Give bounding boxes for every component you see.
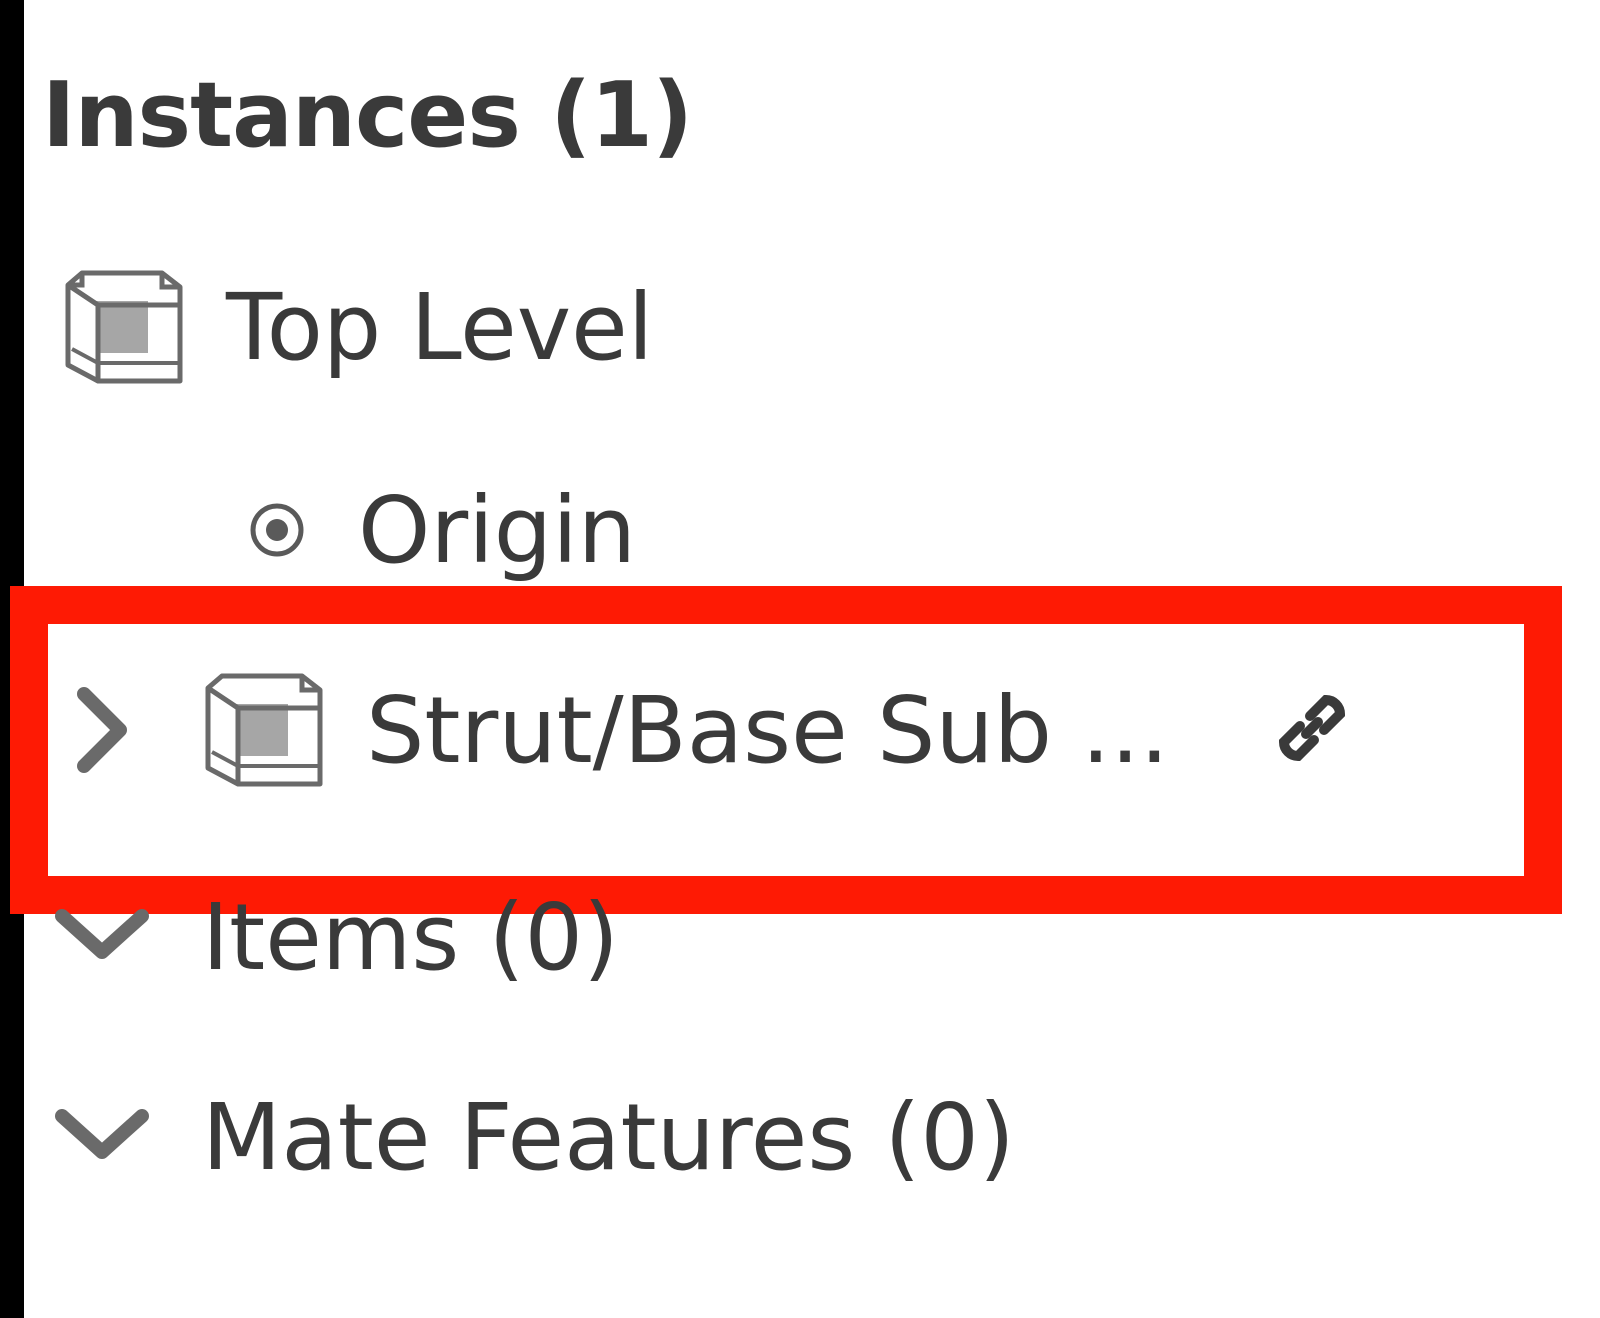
tree-item-label: Strut/Base Sub ...	[366, 676, 1170, 784]
tree-group-label: Mate Features (0)	[202, 1083, 1015, 1191]
tree-item-origin[interactable]: Origin	[246, 470, 636, 590]
link-icon[interactable]	[1262, 678, 1362, 778]
instances-panel: Instances (1) Top Level Origin Strut/Bas…	[0, 0, 1600, 1318]
tree-item-top-level[interactable]: Top Level	[62, 262, 653, 392]
part-cube-icon	[62, 265, 186, 389]
tree-item-label: Top Level	[226, 273, 654, 381]
part-cube-icon	[202, 668, 326, 792]
tree-group-items[interactable]: Items (0)	[52, 872, 619, 1002]
tree-group-label: Items (0)	[202, 883, 619, 991]
chevron-down-icon[interactable]	[52, 1102, 152, 1172]
tree-item-instance[interactable]: Strut/Base Sub ...	[70, 660, 1400, 800]
chevron-down-icon[interactable]	[52, 902, 152, 972]
origin-icon	[246, 499, 308, 561]
tree-group-mate-features[interactable]: Mate Features (0)	[52, 1072, 1015, 1202]
chevron-right-icon[interactable]	[70, 680, 140, 780]
instances-header-label: Instances (1)	[42, 62, 693, 168]
tree-item-label: Origin	[358, 476, 637, 584]
instances-section-header: Instances (1)	[42, 60, 693, 170]
panel-left-border	[0, 0, 24, 1318]
